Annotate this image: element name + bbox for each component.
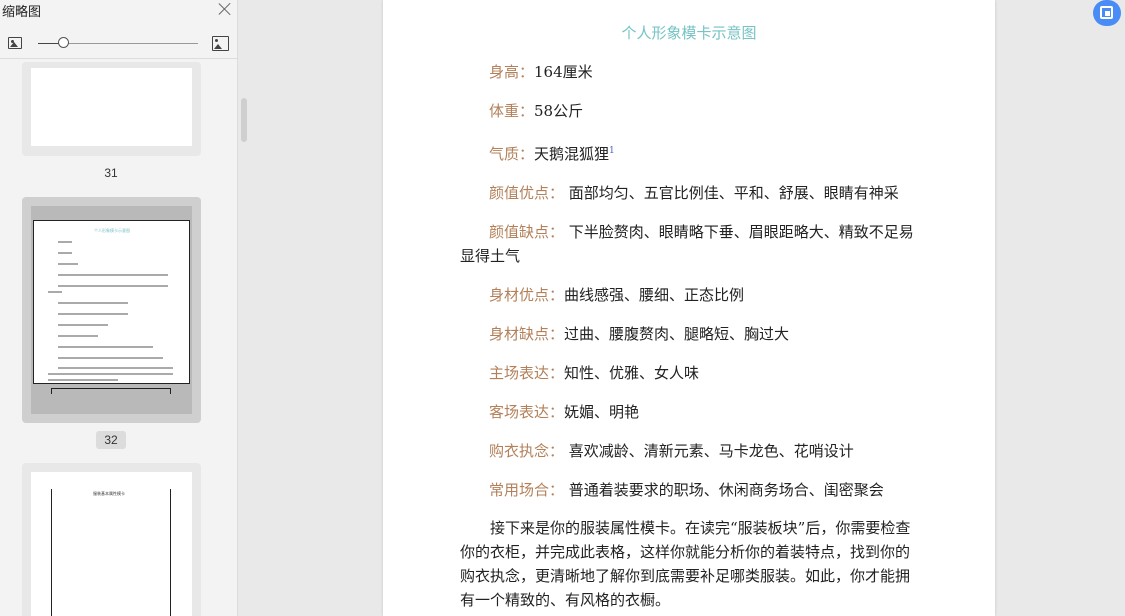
profile-row-face-cons: 颜值缺点： 下半脸赘肉、眼睛略下垂、眉眼距略大、精致不足易 <box>489 221 914 242</box>
row-value: 曲线感强、腰细、正态比例 <box>564 286 745 304</box>
thumbnail-page-content: 个人形象模卡示意图 <box>33 220 190 384</box>
thumbnail-page-number-active: 32 <box>96 431 126 449</box>
row-label: 颜值优点： <box>489 184 565 202</box>
thumbnail-page-image: 个人形象模卡示意图 <box>31 206 192 414</box>
thumbnail-page-image <box>31 68 192 146</box>
thumbnail-page-32[interactable]: 个人形象模卡示意图 <box>22 197 201 423</box>
thumbnail-text-line <box>58 241 72 243</box>
row-label: 购衣执念： <box>489 442 565 460</box>
row-value: 喜欢减龄、清新元素、马卡龙色、花哨设计 <box>564 442 854 460</box>
thumbnail-zoom-row <box>0 32 237 56</box>
row-value: 下半脸赘肉、眼睛略下垂、眉眼距略大、精致不足易 <box>564 223 914 241</box>
profile-row-face-pros: 颜值优点： 面部均匀、五官比例佳、平和、舒展、眼睛有神采 <box>489 182 899 203</box>
body-paragraph: 接下来是你的服装属性模卡。在读完“服装板块”后，你需要检查你的衣柜，并完成此表格… <box>460 519 911 609</box>
sidebar-title: 缩略图 <box>2 4 42 19</box>
thumbnail-text-line <box>58 324 108 326</box>
row-label: 常用场合： <box>489 481 565 499</box>
profile-row-away-expression: 客场表达：妩媚、明艳 <box>489 401 639 422</box>
thumbnail-text-line <box>58 367 173 369</box>
thumbnail-text-line <box>58 252 72 254</box>
profile-row-body-pros: 身材优点：曲线感强、腰细、正态比例 <box>489 284 744 305</box>
thumbnail-text-line <box>48 291 62 293</box>
thumbnail-size-slider-handle[interactable] <box>58 37 69 48</box>
thumbnail-mini-title: 服装基本属性模卡 <box>93 491 125 496</box>
thumbnail-text-line <box>58 274 168 276</box>
row-label: 体重： <box>489 102 535 120</box>
thumbnail-text-line <box>48 379 118 381</box>
document-page: 个人形象模卡示意图 身高：164厘米 体重：58公斤 气质：天鹅混狐狸1 颜值优… <box>383 0 995 616</box>
thumbnail-page-31[interactable] <box>22 62 201 156</box>
thumbnail-text-line <box>48 373 173 375</box>
row-label: 身材缺点： <box>489 325 565 343</box>
row-label: 主场表达： <box>489 364 565 382</box>
profile-row-body-cons: 身材缺点：过曲、腰腹赘肉、腿略短、胸过大 <box>489 323 789 344</box>
profile-row-weight: 体重：58公斤 <box>489 100 583 121</box>
thumbnail-text-line <box>58 335 98 337</box>
row-value: 普通着装要求的职场、休闲商务场合、闺密聚会 <box>564 481 884 499</box>
floating-tool-button[interactable] <box>1093 0 1121 26</box>
thumbnail-sidebar: 缩略图 31 个人形象模卡示意图 32 服装基本属性模卡 <box>0 0 238 616</box>
row-value: 妩媚、明艳 <box>564 403 640 421</box>
thumbnail-table-edge <box>51 489 52 616</box>
image-small-icon[interactable] <box>8 37 22 49</box>
thumbnail-mini-title: 个人形象模卡示意图 <box>94 228 130 233</box>
thumbnail-table-edge <box>51 388 171 394</box>
row-value: 过曲、腰腹赘肉、腿略短、胸过大 <box>564 325 790 343</box>
row-value: 天鹅混狐狸 <box>534 145 610 163</box>
profile-row-home-expression: 主场表达：知性、优雅、女人味 <box>489 362 699 383</box>
profile-row-common-occasions: 常用场合： 普通着装要求的职场、休闲商务场合、闺密聚会 <box>489 479 884 500</box>
row-label: 身高： <box>489 63 535 81</box>
thumbnail-text-line <box>58 263 78 265</box>
row-label: 身材优点： <box>489 286 565 304</box>
row-value: 164厘米 <box>534 63 593 81</box>
thumbnail-table-edge <box>170 489 171 616</box>
row-label: 气质： <box>489 145 535 163</box>
sidebar-divider <box>0 58 237 59</box>
page-title: 个人形象模卡示意图 <box>621 24 757 42</box>
thumbnail-text-line <box>58 313 128 315</box>
profile-row-face-cons-continued: 显得土气 <box>460 247 521 265</box>
thumbnail-page-33[interactable]: 服装基本属性模卡 <box>22 463 201 616</box>
thumbnail-text-line <box>58 357 163 359</box>
sidebar-scrollbar[interactable] <box>241 98 247 142</box>
row-label: 颜值缺点： <box>489 223 565 241</box>
row-value: 知性、优雅、女人味 <box>564 364 700 382</box>
profile-row-height: 身高：164厘米 <box>489 61 593 82</box>
row-value: 面部均匀、五官比例佳、平和、舒展、眼睛有神采 <box>564 184 899 202</box>
profile-row-temperament: 气质：天鹅混狐狸1 <box>489 143 615 164</box>
thumbnail-text-line <box>58 302 128 304</box>
profile-row-shopping-obsession: 购衣执念： 喜欢减龄、清新元素、马卡龙色、花哨设计 <box>489 440 854 461</box>
row-label: 客场表达： <box>489 403 565 421</box>
thumbnail-text-line <box>58 346 153 348</box>
thumbnail-page-image: 服装基本属性模卡 <box>31 472 192 616</box>
close-icon[interactable] <box>218 2 232 16</box>
thumbnail-text-line <box>58 285 168 287</box>
image-large-icon[interactable] <box>212 36 229 51</box>
layout-icon <box>1100 6 1113 19</box>
thumbnail-page-number: 31 <box>104 166 118 180</box>
row-value: 58公斤 <box>534 102 584 120</box>
footnote-link[interactable]: 1 <box>609 146 615 156</box>
